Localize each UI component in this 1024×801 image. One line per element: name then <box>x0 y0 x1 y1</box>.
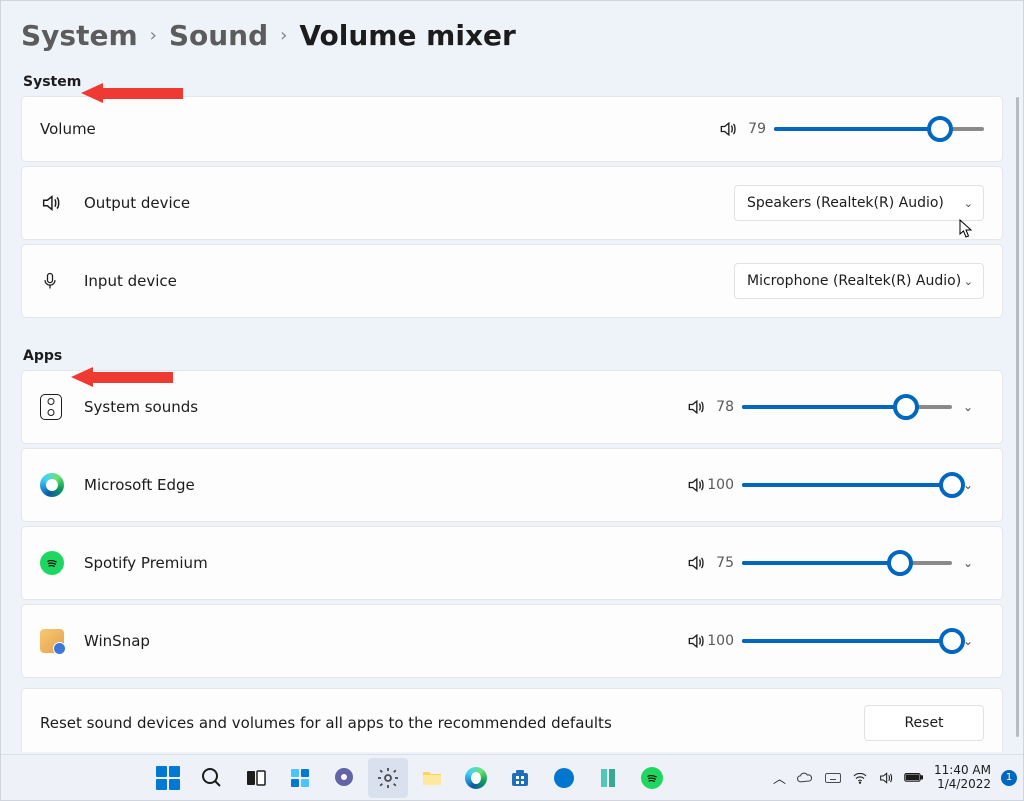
edge-icon <box>40 473 64 497</box>
section-heading-apps: Apps <box>23 348 1003 364</box>
expand-chevron[interactable]: ⌄ <box>952 400 984 414</box>
start-button[interactable] <box>148 758 188 798</box>
dell-app-button[interactable] <box>544 758 584 798</box>
widgets-button[interactable] <box>280 758 320 798</box>
system-tray: ︿ 11:40 AM 1/4/2022 1 <box>773 764 1017 792</box>
quick-settings-button[interactable] <box>852 770 924 786</box>
app-name: Microsoft Edge <box>84 476 195 494</box>
edge-button[interactable] <box>456 758 496 798</box>
keyboard-icon[interactable] <box>824 772 842 784</box>
winsnap-icon <box>40 629 64 653</box>
reset-description: Reset sound devices and volumes for all … <box>40 714 612 732</box>
speaker-icon[interactable] <box>686 397 706 417</box>
breadcrumb: System › Sound › Volume mixer <box>21 19 1003 52</box>
chevron-right-icon: › <box>280 25 287 46</box>
card-output-device[interactable]: Output device Speakers (Realtek(R) Audio… <box>21 166 1003 240</box>
input-device-selected: Microphone (Realtek(R) Audio) <box>747 273 961 289</box>
app-name: Spotify Premium <box>84 554 208 572</box>
chevron-down-icon: ⌄ <box>964 275 973 288</box>
app-volume-slider[interactable] <box>742 553 952 573</box>
speaker-icon[interactable] <box>686 553 706 573</box>
volume-slider[interactable] <box>774 119 984 139</box>
taskbar-time: 11:40 AM <box>934 764 991 778</box>
notification-badge[interactable]: 1 <box>1001 770 1017 786</box>
search-button[interactable] <box>192 758 232 798</box>
page-content: System › Sound › Volume mixer System Vol… <box>1 1 1023 752</box>
volume-label: Volume <box>40 120 96 138</box>
speaker-icon <box>40 192 84 214</box>
card-system-volume: Volume 79 <box>21 96 1003 162</box>
breadcrumb-sound[interactable]: Sound <box>169 19 268 52</box>
clock-button[interactable]: 11:40 AM 1/4/2022 <box>934 764 991 792</box>
microsoft-store-button[interactable] <box>500 758 540 798</box>
speaker-icon[interactable] <box>718 119 738 139</box>
expand-chevron[interactable]: ⌄ <box>952 556 984 570</box>
app-row-microsoft-edge[interactable]: Microsoft Edge 100 ⌄ <box>21 448 1003 522</box>
app-volume-value: 78 <box>706 399 734 415</box>
annotation-arrow <box>81 83 183 103</box>
input-device-dropdown[interactable]: Microphone (Realtek(R) Audio) ⌄ <box>734 263 984 299</box>
breadcrumb-system[interactable]: System <box>21 19 138 52</box>
system-sounds-icon <box>40 394 62 420</box>
spotify-button[interactable] <box>632 758 672 798</box>
taskbar: ︿ 11:40 AM 1/4/2022 1 <box>1 754 1023 800</box>
output-device-dropdown[interactable]: Speakers (Realtek(R) Audio) ⌄ <box>734 185 984 221</box>
volume-value: 79 <box>738 121 766 137</box>
app-volume-value: 100 <box>706 477 734 493</box>
app-row-winsnap[interactable]: WinSnap 100 ⌄ <box>21 604 1003 678</box>
tray-overflow-button[interactable]: ︿ <box>773 768 786 787</box>
microphone-icon <box>40 271 84 291</box>
annotation-arrow <box>71 367 173 387</box>
card-input-device[interactable]: Input device Microphone (Realtek(R) Audi… <box>21 244 1003 318</box>
app-volume-slider[interactable] <box>742 631 952 651</box>
breadcrumb-current: Volume mixer <box>299 19 515 52</box>
onedrive-icon[interactable] <box>796 772 814 784</box>
spotify-icon <box>40 551 64 575</box>
taskbar-date: 1/4/2022 <box>934 778 991 792</box>
speaker-icon[interactable] <box>686 631 706 651</box>
output-device-label: Output device <box>84 194 190 212</box>
office-app-button[interactable] <box>588 758 628 798</box>
app-name: WinSnap <box>84 632 150 650</box>
chat-button[interactable] <box>324 758 364 798</box>
scrollbar[interactable] <box>1016 97 1019 737</box>
app-name: System sounds <box>84 398 198 416</box>
task-view-button[interactable] <box>236 758 276 798</box>
app-volume-slider[interactable] <box>742 475 952 495</box>
speaker-icon[interactable] <box>686 475 706 495</box>
input-device-label: Input device <box>84 272 177 290</box>
app-volume-slider[interactable] <box>742 397 952 417</box>
settings-app-button[interactable] <box>368 758 408 798</box>
file-explorer-button[interactable] <box>412 758 452 798</box>
app-row-spotify[interactable]: Spotify Premium 75 ⌄ <box>21 526 1003 600</box>
reset-button[interactable]: Reset <box>864 705 984 741</box>
chevron-right-icon: › <box>150 25 157 46</box>
output-device-selected: Speakers (Realtek(R) Audio) <box>747 195 944 211</box>
app-volume-value: 75 <box>706 555 734 571</box>
app-volume-value: 100 <box>706 633 734 649</box>
card-reset: Reset sound devices and volumes for all … <box>21 688 1003 752</box>
chevron-down-icon: ⌄ <box>964 197 973 210</box>
